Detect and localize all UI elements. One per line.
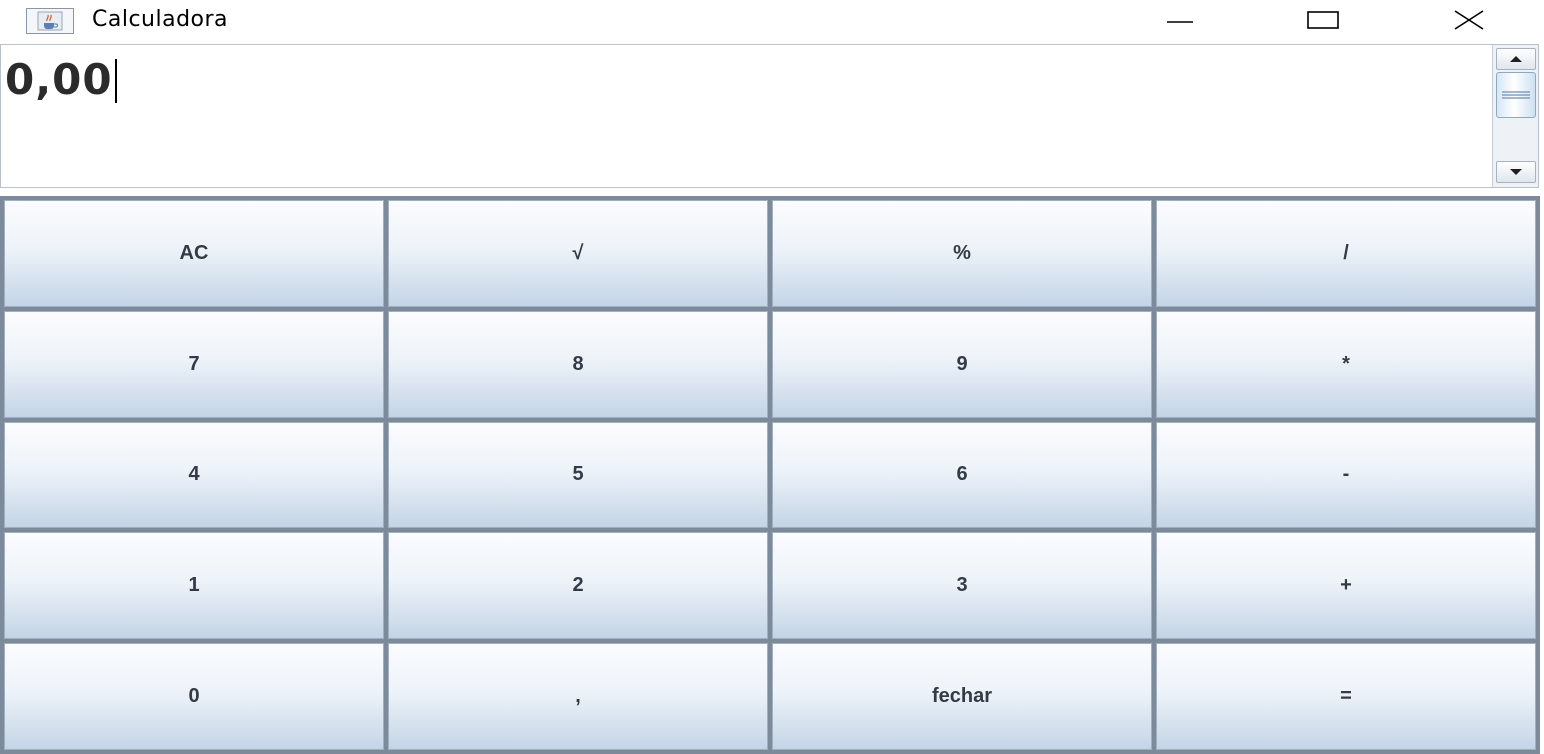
key-decimal[interactable]: , xyxy=(388,643,768,750)
close-icon xyxy=(1454,10,1484,30)
text-caret xyxy=(114,59,117,103)
key-0[interactable]: 0 xyxy=(4,643,384,750)
minimize-icon xyxy=(1167,21,1193,23)
key-percent[interactable]: % xyxy=(772,200,1152,307)
key-close[interactable]: fechar xyxy=(772,643,1152,750)
key-5[interactable]: 5 xyxy=(388,421,768,529)
display-value-wrap: 0,00 xyxy=(5,55,117,105)
key-sqrt[interactable]: √ xyxy=(388,200,768,307)
key-2[interactable]: 2 xyxy=(388,532,768,640)
calculator-window: Calculadora 0,00 AC √ % / 7 8 9 * 4 5 6 … xyxy=(0,0,1544,754)
key-8[interactable]: 8 xyxy=(388,310,768,418)
maximize-button[interactable] xyxy=(1288,0,1358,40)
arrow-up-icon xyxy=(1510,56,1522,62)
arrow-down-icon xyxy=(1510,169,1522,175)
key-divide[interactable]: / xyxy=(1156,200,1536,307)
key-6[interactable]: 6 xyxy=(772,421,1152,529)
vertical-scrollbar[interactable] xyxy=(1492,45,1538,187)
scroll-down-button[interactable] xyxy=(1496,161,1536,183)
minimize-button[interactable] xyxy=(1145,0,1215,40)
title-bar[interactable]: Calculadora xyxy=(0,0,1544,40)
key-1[interactable]: 1 xyxy=(4,532,384,640)
keypad: AC √ % / 7 8 9 * 4 5 6 - 1 2 3 + 0 , fec… xyxy=(0,196,1540,754)
key-9[interactable]: 9 xyxy=(772,310,1152,418)
window-title: Calculadora xyxy=(92,7,229,32)
scroll-up-button[interactable] xyxy=(1496,48,1536,70)
grip-icon xyxy=(1502,91,1530,99)
key-multiply[interactable]: * xyxy=(1156,310,1536,418)
close-button[interactable] xyxy=(1434,0,1504,40)
key-add[interactable]: + xyxy=(1156,532,1536,640)
maximize-icon xyxy=(1307,11,1339,29)
key-ac[interactable]: AC xyxy=(4,200,384,307)
key-4[interactable]: 4 xyxy=(4,421,384,529)
key-3[interactable]: 3 xyxy=(772,532,1152,640)
key-7[interactable]: 7 xyxy=(4,310,384,418)
scroll-thumb[interactable] xyxy=(1496,72,1536,118)
key-equals[interactable]: = xyxy=(1156,643,1536,750)
display-value: 0,00 xyxy=(5,55,113,104)
key-subtract[interactable]: - xyxy=(1156,421,1536,529)
display-textarea[interactable]: 0,00 xyxy=(0,44,1539,188)
java-cup-icon xyxy=(26,8,74,34)
